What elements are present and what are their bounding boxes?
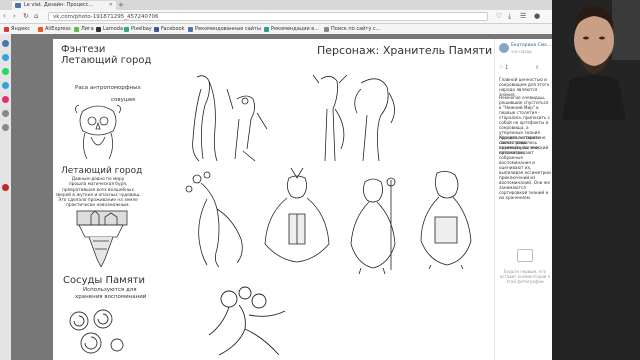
instagram-sidebar-icon[interactable]	[2, 96, 9, 103]
extensions-icon[interactable]: ☰	[520, 12, 526, 21]
settings-sidebar-icon[interactable]	[2, 124, 9, 131]
bookmark-favicon-icon	[154, 26, 159, 32]
vk-sidebar-icon[interactable]	[2, 40, 9, 47]
profile-icon[interactable]: ●	[534, 12, 540, 21]
city-title: Летающий город	[61, 55, 152, 66]
memory-vessels-sketch	[69, 309, 124, 354]
bookmark-favicon-icon	[96, 26, 101, 32]
genre-title: Фэнтези	[61, 44, 106, 55]
main-title: Персонаж: Хранитель Памяти	[317, 44, 493, 57]
bookmark-item[interactable]: Поиск по сайту с...	[324, 25, 380, 33]
bookmark-label: Лига	[81, 26, 94, 32]
telegram-sidebar-icon[interactable]	[2, 82, 9, 89]
webcam-feed	[552, 0, 640, 360]
browser-window: Le vlat. Дизайн: Процесс... ✕ + ‹ › ↻ ⌂ …	[0, 0, 553, 360]
bookmark-label: Facebook	[161, 26, 185, 32]
bookmark-favicon-icon	[38, 26, 43, 32]
tab-bar: Le vlat. Дизайн: Процесс... ✕ +	[0, 0, 552, 10]
heart-like-icon: ♡	[499, 65, 504, 71]
comment-bubble-icon	[517, 249, 533, 262]
bookmark-item[interactable]: Pixelbay	[124, 25, 152, 33]
owl-race-sketch	[75, 104, 121, 160]
forward-icon[interactable]: ›	[13, 12, 16, 21]
bookmark-item[interactable]: Рекомендованные сайты	[188, 25, 261, 33]
bookmark-label: Lamoda	[103, 26, 124, 32]
download-icon[interactable]: ⤓	[508, 12, 511, 21]
keeper-sketch-5	[350, 177, 396, 274]
shield-sidebar-icon[interactable]	[2, 184, 9, 191]
post-paragraph-3: Хранители памяти самого рода архивариусы…	[499, 135, 551, 200]
address-bar: ‹ › ↻ ⌂ vk.com/photo-191871295_457240706…	[0, 10, 552, 24]
like-count: 1	[505, 65, 509, 71]
bookmark-favicon-icon	[188, 26, 193, 32]
whatsapp-sidebar-icon[interactable]	[2, 68, 9, 75]
bookmark-favicon-icon	[324, 26, 329, 32]
comments-panel: Екатерина Смо... час назад Главной ценно…	[494, 39, 553, 360]
bookmark-item[interactable]: Рекомендации в...	[264, 25, 319, 33]
artwork-photo[interactable]: Фэнтези Летающий город Персонаж: Храните…	[53, 39, 494, 360]
keeper-sketch-3	[185, 171, 243, 268]
back-icon[interactable]: ‹	[3, 12, 6, 21]
bookmark-favicon-icon	[4, 26, 9, 32]
keeper-sketch-large	[208, 286, 286, 356]
bookmark-item[interactable]: Лига	[74, 25, 94, 33]
bookmark-label: Яндекс	[11, 26, 31, 32]
bookmark-favicon-icon	[124, 26, 129, 32]
bookmark-favicon-icon	[264, 26, 269, 32]
new-tab-icon[interactable]: +	[118, 1, 124, 10]
heart-icon[interactable]: ♡	[496, 12, 502, 21]
bookmark-label: Рекомендации в...	[271, 26, 320, 32]
tab-active[interactable]: Le vlat. Дизайн: Процесс... ✕	[12, 1, 116, 10]
bookmark-favicon-icon	[74, 26, 79, 32]
bookmark-label: Pixelbay	[131, 26, 152, 32]
streamer-webcam-image	[552, 0, 640, 360]
vessels-title: Сосуды Памяти	[63, 275, 146, 286]
bookmark-label: AliExpress	[45, 26, 71, 32]
bookmark-item[interactable]: Lamoda	[96, 25, 123, 33]
author-name[interactable]: Екатерина Смо...	[511, 43, 551, 48]
vk-favicon-icon	[15, 3, 21, 8]
tab-title: Le vlat. Дизайн: Процесс...	[24, 2, 94, 8]
race-label: Раса антропоморфных	[75, 85, 141, 91]
url-input[interactable]: vk.com/photo-191871295_457240706	[48, 12, 488, 21]
like-button[interactable]: ♡ 1	[499, 65, 508, 71]
city-description: Давным-давно по миру прошла магическая б…	[55, 177, 141, 209]
keeper-sketch-6	[420, 171, 472, 269]
bookmark-item[interactable]: Facebook	[154, 25, 185, 33]
bookmark-label: Рекомендованные сайты	[195, 26, 261, 32]
floating-city-sketch	[76, 210, 128, 267]
keeper-sketch-1	[192, 75, 268, 162]
history-sidebar-icon[interactable]	[2, 110, 9, 117]
share-icon[interactable]: ⇪	[535, 65, 539, 71]
keeper-sketch-2	[312, 74, 395, 162]
messenger-sidebar-icon[interactable]	[2, 54, 9, 61]
author-avatar[interactable]	[499, 43, 509, 53]
vessels-line-1: Используются для	[83, 287, 137, 293]
post-paragraph-1: Главной ценностью и сокровищем для этого…	[499, 77, 550, 97]
no-comments-text: Будьте первым, кто оставит комментарий к…	[499, 269, 551, 284]
bookmark-label: Поиск по сайту с...	[331, 26, 381, 32]
reload-icon[interactable]: ↻	[23, 12, 29, 21]
bookmark-item[interactable]: Яндекс	[4, 25, 30, 33]
city-subtitle: Летающий город	[61, 166, 143, 176]
keeper-sketch-4	[264, 167, 330, 263]
home-icon[interactable]: ⌂	[34, 12, 38, 21]
close-tab-icon[interactable]: ✕	[109, 1, 113, 10]
vessels-line-2: хранения воспоминаний	[75, 294, 147, 300]
bookmark-item[interactable]: AliExpress	[38, 25, 71, 33]
post-date: час назад	[511, 49, 532, 54]
